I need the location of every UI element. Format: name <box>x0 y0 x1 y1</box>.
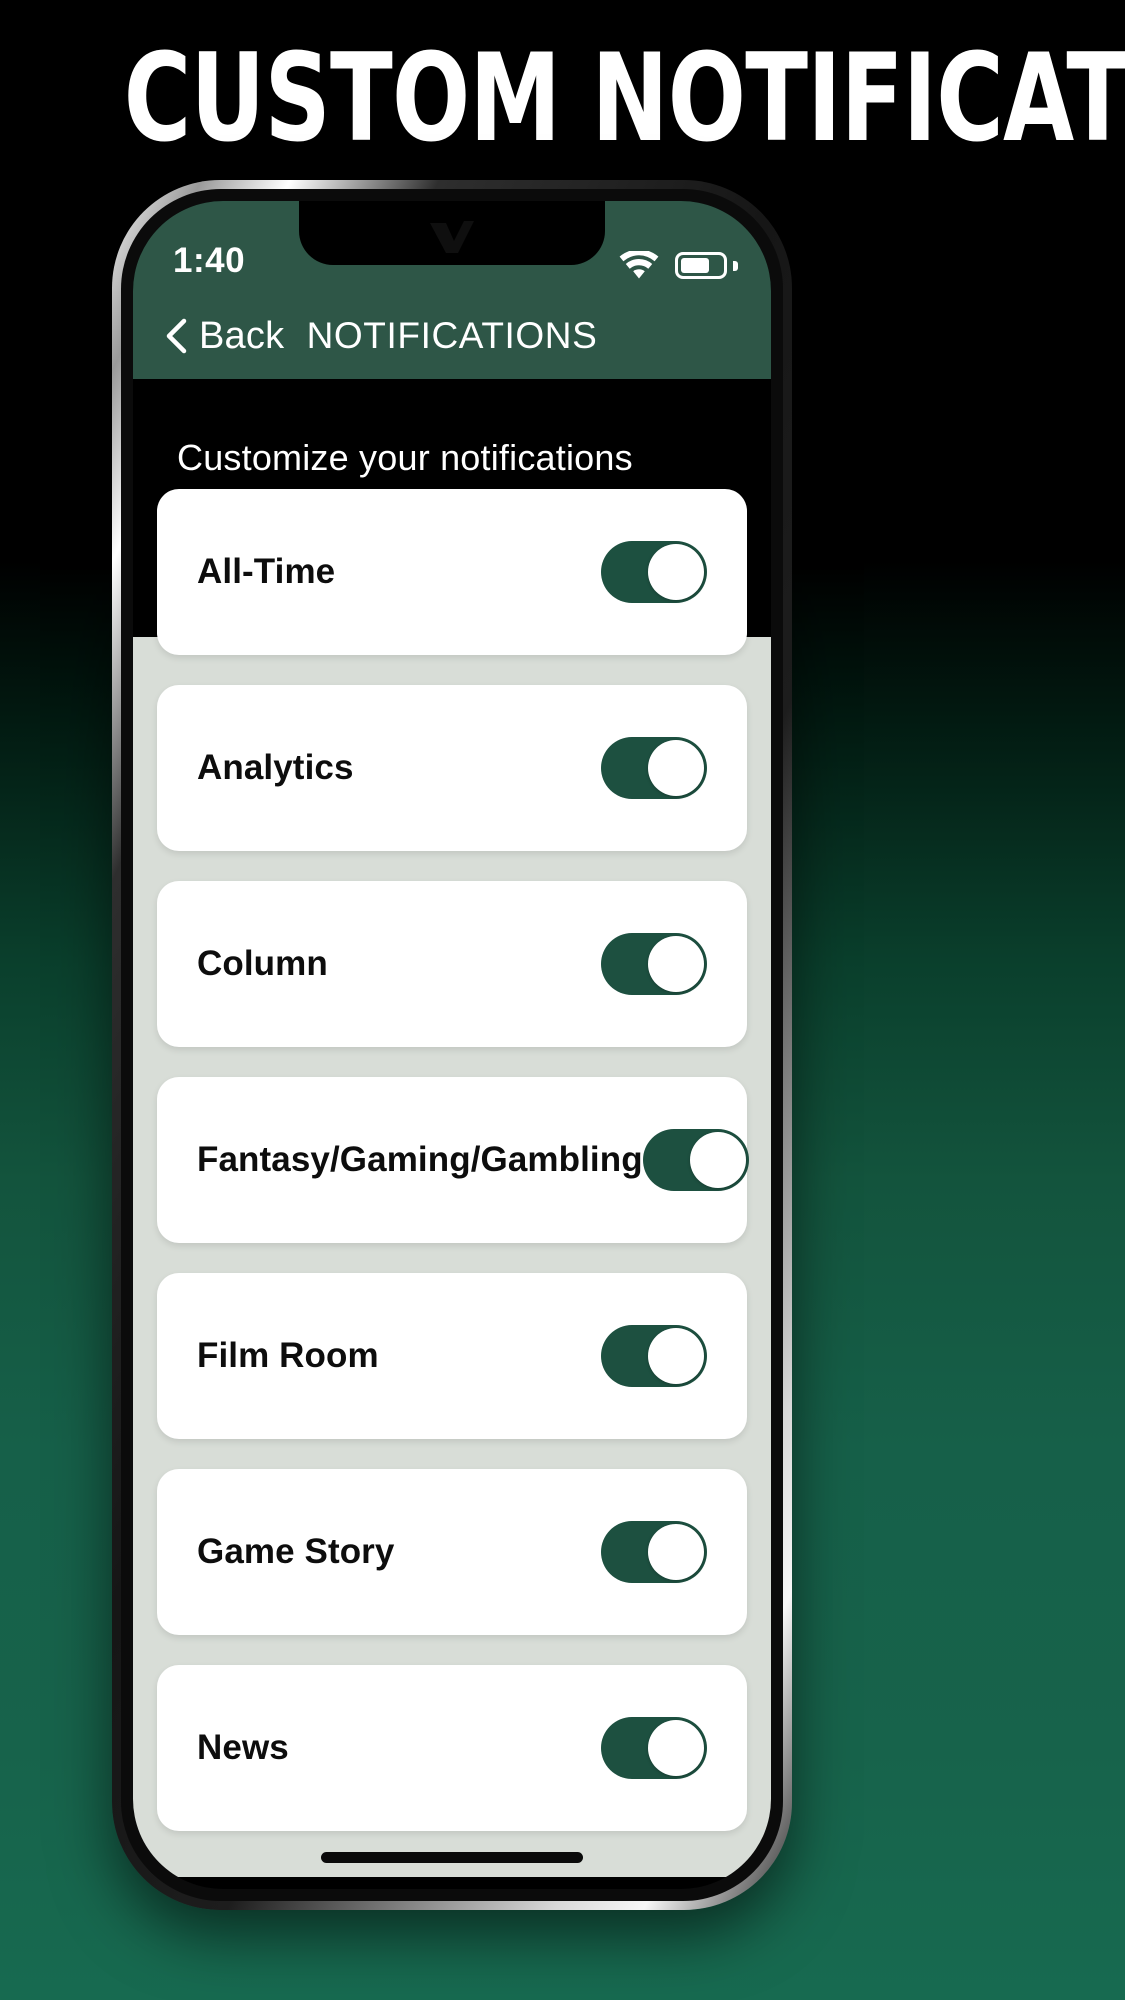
page-headline: CUSTOM NOTIFICATIONS <box>123 26 1125 169</box>
phone-inner-frame: 1:40 Back NOTIFICATIONS Customize your n… <box>121 189 783 1901</box>
phone-screen: 1:40 Back NOTIFICATIONS Customize your n… <box>133 201 771 1889</box>
notification-row[interactable]: Film Room <box>157 1273 747 1439</box>
brand-logo-icon <box>430 221 474 253</box>
chevron-left-icon <box>166 318 187 354</box>
toggle-knob <box>648 544 704 600</box>
notification-row-label: Film Room <box>197 1336 379 1375</box>
back-button-label: Back <box>199 314 285 357</box>
intro-text: Customize your notifications <box>177 437 633 478</box>
status-bar-indicators <box>619 251 738 281</box>
status-bar: 1:40 <box>133 201 771 293</box>
wifi-icon <box>619 251 659 279</box>
battery-icon <box>675 252 738 280</box>
notification-row[interactable]: News <box>157 1665 747 1831</box>
toggle-knob <box>648 1524 704 1580</box>
notification-toggle[interactable] <box>601 933 707 995</box>
toggle-knob <box>648 1720 704 1776</box>
phone-mockup: 1:40 Back NOTIFICATIONS Customize your n… <box>112 180 792 1910</box>
toggle-knob <box>648 740 704 796</box>
notification-cards: All-Time Analytics Column Fantasy/Gaming/Ga… <box>133 489 771 1861</box>
toggle-knob <box>648 1328 704 1384</box>
notification-row[interactable]: Analytics <box>157 685 747 851</box>
notification-row-label: All-Time <box>197 552 336 591</box>
notification-row-label: Fantasy/Gaming/Gambling <box>197 1140 643 1179</box>
notification-row[interactable]: Fantasy/Gaming/Gambling <box>157 1077 749 1243</box>
notification-row-label: Game Story <box>197 1532 395 1571</box>
notification-row-label: News <box>197 1728 289 1767</box>
notification-row[interactable]: Game Story <box>157 1469 747 1635</box>
back-button[interactable]: Back <box>165 315 284 358</box>
notification-row-label: Analytics <box>197 748 354 787</box>
status-bar-time: 1:40 <box>173 241 246 280</box>
page-root: CUSTOM NOTIFICATIONS 1:40 <box>0 0 1125 2000</box>
navigation-header: Back NOTIFICATIONS <box>133 293 771 379</box>
toggle-knob <box>648 936 704 992</box>
toggle-knob <box>689 1132 746 1188</box>
notification-toggle[interactable] <box>601 541 707 603</box>
notification-toggle[interactable] <box>601 1325 707 1387</box>
notification-row-label: Column <box>197 944 328 983</box>
home-indicator <box>321 1852 583 1863</box>
notification-row[interactable]: All-Time <box>157 489 747 655</box>
notification-list: All-Time Analytics Column Fantasy/Gaming/Ga… <box>133 489 771 1877</box>
notification-toggle[interactable] <box>601 1521 707 1583</box>
notification-toggle[interactable] <box>642 1129 749 1191</box>
notification-row[interactable]: Column <box>157 881 747 1047</box>
screen-notch <box>299 201 605 265</box>
notification-toggle[interactable] <box>601 1717 707 1779</box>
notification-toggle[interactable] <box>601 737 707 799</box>
